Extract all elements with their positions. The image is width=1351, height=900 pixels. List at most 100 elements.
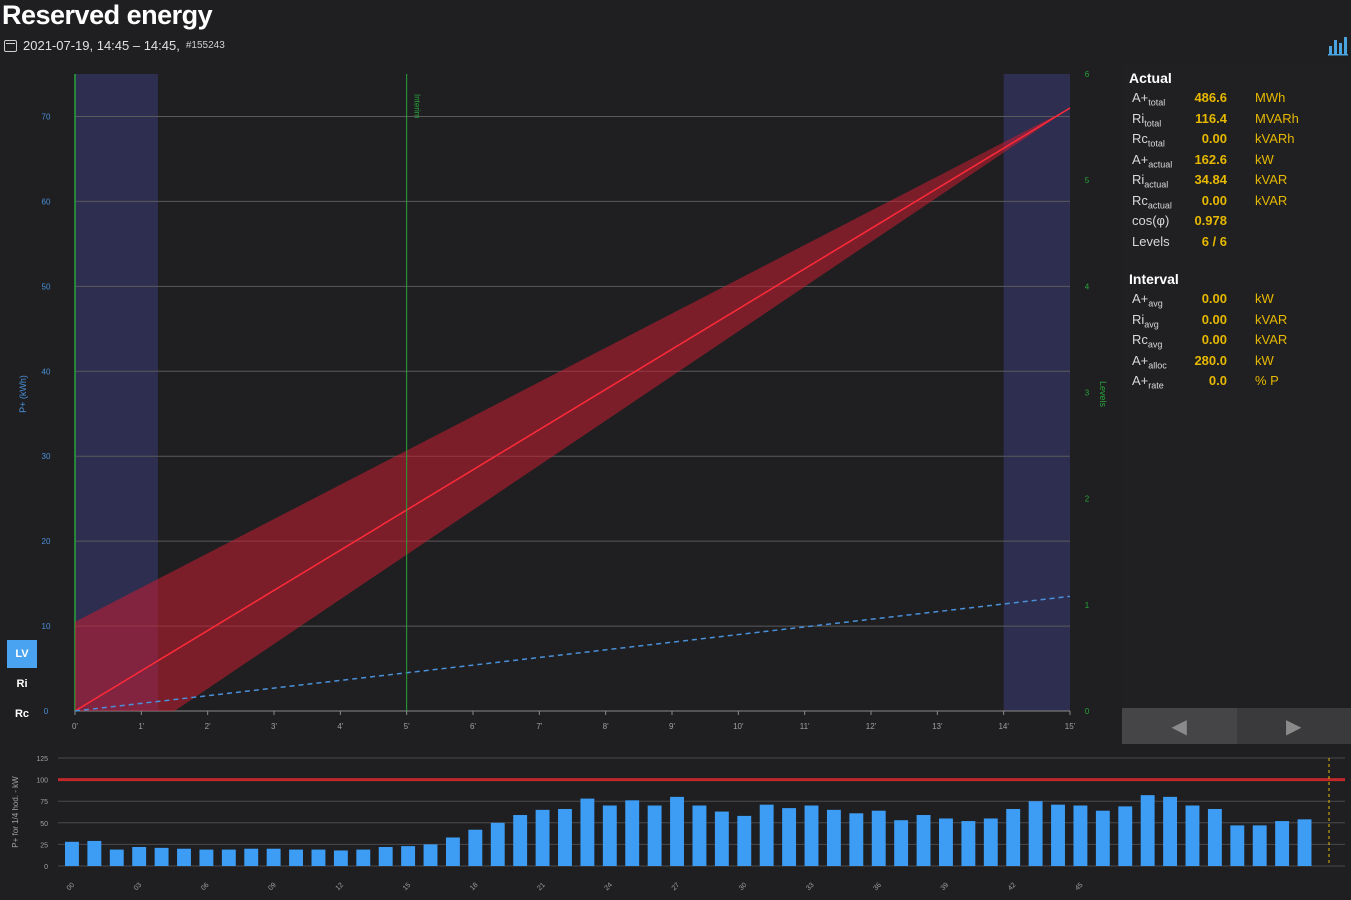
bar xyxy=(961,821,976,866)
bar xyxy=(401,846,416,866)
bar xyxy=(1118,806,1133,866)
metric-value: 0.00 xyxy=(1201,131,1227,146)
x-tick-label: 12' xyxy=(866,722,877,731)
highlight-range-1 xyxy=(1003,74,1070,711)
metric-label: A+rate xyxy=(1132,373,1164,391)
reserved-energy-chart: 0 10 20 30 40 50 60 70 0 1 2 3 4 5 6 0' 1' 2' 3' 4' 5' 6' 7' 8'… xyxy=(0,64,1120,744)
metric-unit: kW xyxy=(1255,151,1274,167)
bar xyxy=(132,846,147,866)
bar xyxy=(244,848,259,866)
toggle-ri[interactable]: Ri xyxy=(7,670,37,698)
bar xyxy=(759,804,774,866)
bar xyxy=(1185,805,1200,866)
bar xyxy=(535,809,550,866)
bar xyxy=(154,847,169,866)
x-tick-label: 3' xyxy=(271,722,277,731)
bar xyxy=(1252,825,1267,866)
bar xyxy=(692,805,707,866)
bar-x-tick-label: 00 xyxy=(66,882,77,893)
y-tick-label: 10 xyxy=(42,622,51,631)
metric-value: 162.6 xyxy=(1194,151,1227,167)
bar-y-tick-label: 50 xyxy=(40,821,48,828)
bar xyxy=(221,849,236,866)
metric-unit: MWh xyxy=(1255,90,1286,105)
interval-navigation: ◀ ▶ xyxy=(1122,708,1351,744)
bar-x-tick-label: 42 xyxy=(1007,882,1018,893)
interval-row: Riavg 0.00 kVAR xyxy=(1132,312,1342,332)
metric-value: 486.6 xyxy=(1194,90,1227,105)
y-axis-title: P+ (kWh) xyxy=(18,375,28,413)
bar xyxy=(1275,821,1290,866)
y-tick-label: 70 xyxy=(42,112,51,121)
metric-value: 0.978 xyxy=(1194,213,1227,228)
metric-label: A+alloc xyxy=(1132,352,1167,371)
actual-row: Ritotal 116.4 MVARh xyxy=(1132,111,1342,131)
bar-y-tick-label: 100 xyxy=(36,778,48,785)
bar xyxy=(87,840,102,866)
metric-label: Rcactual xyxy=(1132,192,1172,211)
actual-row: A+total 486.6 MWh xyxy=(1132,90,1342,110)
bar xyxy=(1051,804,1065,866)
bar xyxy=(1073,805,1088,866)
next-button[interactable]: ▶ xyxy=(1237,708,1351,744)
series-toggle-group: LV Ri Rc xyxy=(7,640,37,730)
y2-tick-label: 1 xyxy=(1085,601,1090,610)
y2-tick-label: 0 xyxy=(1085,707,1090,716)
bar-y-tick-label: 75 xyxy=(40,799,48,806)
metric-value: 34.84 xyxy=(1194,172,1227,187)
bar-x-tick-label: 33 xyxy=(805,882,816,893)
bar xyxy=(558,808,572,866)
chevron-right-icon: ▶ xyxy=(1286,715,1302,738)
x-tick-label: 15' xyxy=(1065,722,1076,731)
bar xyxy=(670,796,684,866)
bar xyxy=(782,808,797,866)
bar-y-tick-label: 25 xyxy=(40,842,48,849)
bar xyxy=(894,820,909,866)
y-tick-label: 20 xyxy=(42,537,51,546)
bar xyxy=(266,848,281,866)
x-tick-label: 14' xyxy=(998,722,1009,731)
x-tick-label: 7' xyxy=(536,722,542,731)
metric-value: 0.00 xyxy=(1201,291,1227,306)
actual-section-title: Actual xyxy=(1129,70,1172,86)
toggle-rc[interactable]: Rc xyxy=(7,700,37,728)
interval-row: A+rate 0.0 % P xyxy=(1132,373,1342,393)
bar-x-tick-label: 03 xyxy=(133,882,144,893)
bar-chart-icon[interactable] xyxy=(1327,34,1349,56)
bar xyxy=(1230,825,1245,866)
interval-row: A+alloc 280.0 kW xyxy=(1132,353,1342,373)
toggle-lv[interactable]: LV xyxy=(7,640,37,668)
y2-axis-title: Levels xyxy=(1098,381,1108,408)
calendar-icon[interactable] xyxy=(4,39,17,52)
actual-row: cos(φ) 0.978 xyxy=(1132,213,1342,233)
metric-value: 6 / 6 xyxy=(1201,233,1227,249)
bar xyxy=(647,805,662,866)
actual-row: A+actual 162.6 kW xyxy=(1132,152,1342,172)
bar xyxy=(378,846,393,866)
bar-y-tick-label: 125 xyxy=(36,756,48,763)
x-tick-label: 9' xyxy=(669,722,675,731)
metric-value: 0.00 xyxy=(1201,332,1227,347)
bar-x-tick-label: 18 xyxy=(469,882,480,893)
metric-label: A+actual xyxy=(1132,151,1173,170)
metric-label: A+total xyxy=(1132,90,1166,108)
bar xyxy=(356,849,371,866)
y2-tick-label: 5 xyxy=(1085,176,1090,185)
bar xyxy=(849,813,864,866)
x-tick-label: 0' xyxy=(72,722,78,731)
y2-tick-label: 3 xyxy=(1085,389,1090,398)
metric-unit: kVAR xyxy=(1255,172,1288,187)
actual-row: Levels 6 / 6 xyxy=(1132,234,1342,254)
date-range[interactable]: 2021-07-19, 14:45 – 14:45, #155243 xyxy=(4,38,225,53)
previous-button[interactable]: ◀ xyxy=(1122,708,1237,744)
trend-line xyxy=(74,107,1071,712)
metric-unit: kVAR xyxy=(1255,311,1288,327)
bar xyxy=(1140,795,1155,866)
metric-label: A+avg xyxy=(1132,291,1163,309)
bar xyxy=(423,844,438,866)
metric-label: Rcavg xyxy=(1132,332,1163,350)
x-tick-label: 8' xyxy=(603,722,609,731)
bar xyxy=(1297,819,1312,866)
x-tick-label: 2' xyxy=(205,722,211,731)
bar-x-tick-label: 06 xyxy=(200,882,211,893)
